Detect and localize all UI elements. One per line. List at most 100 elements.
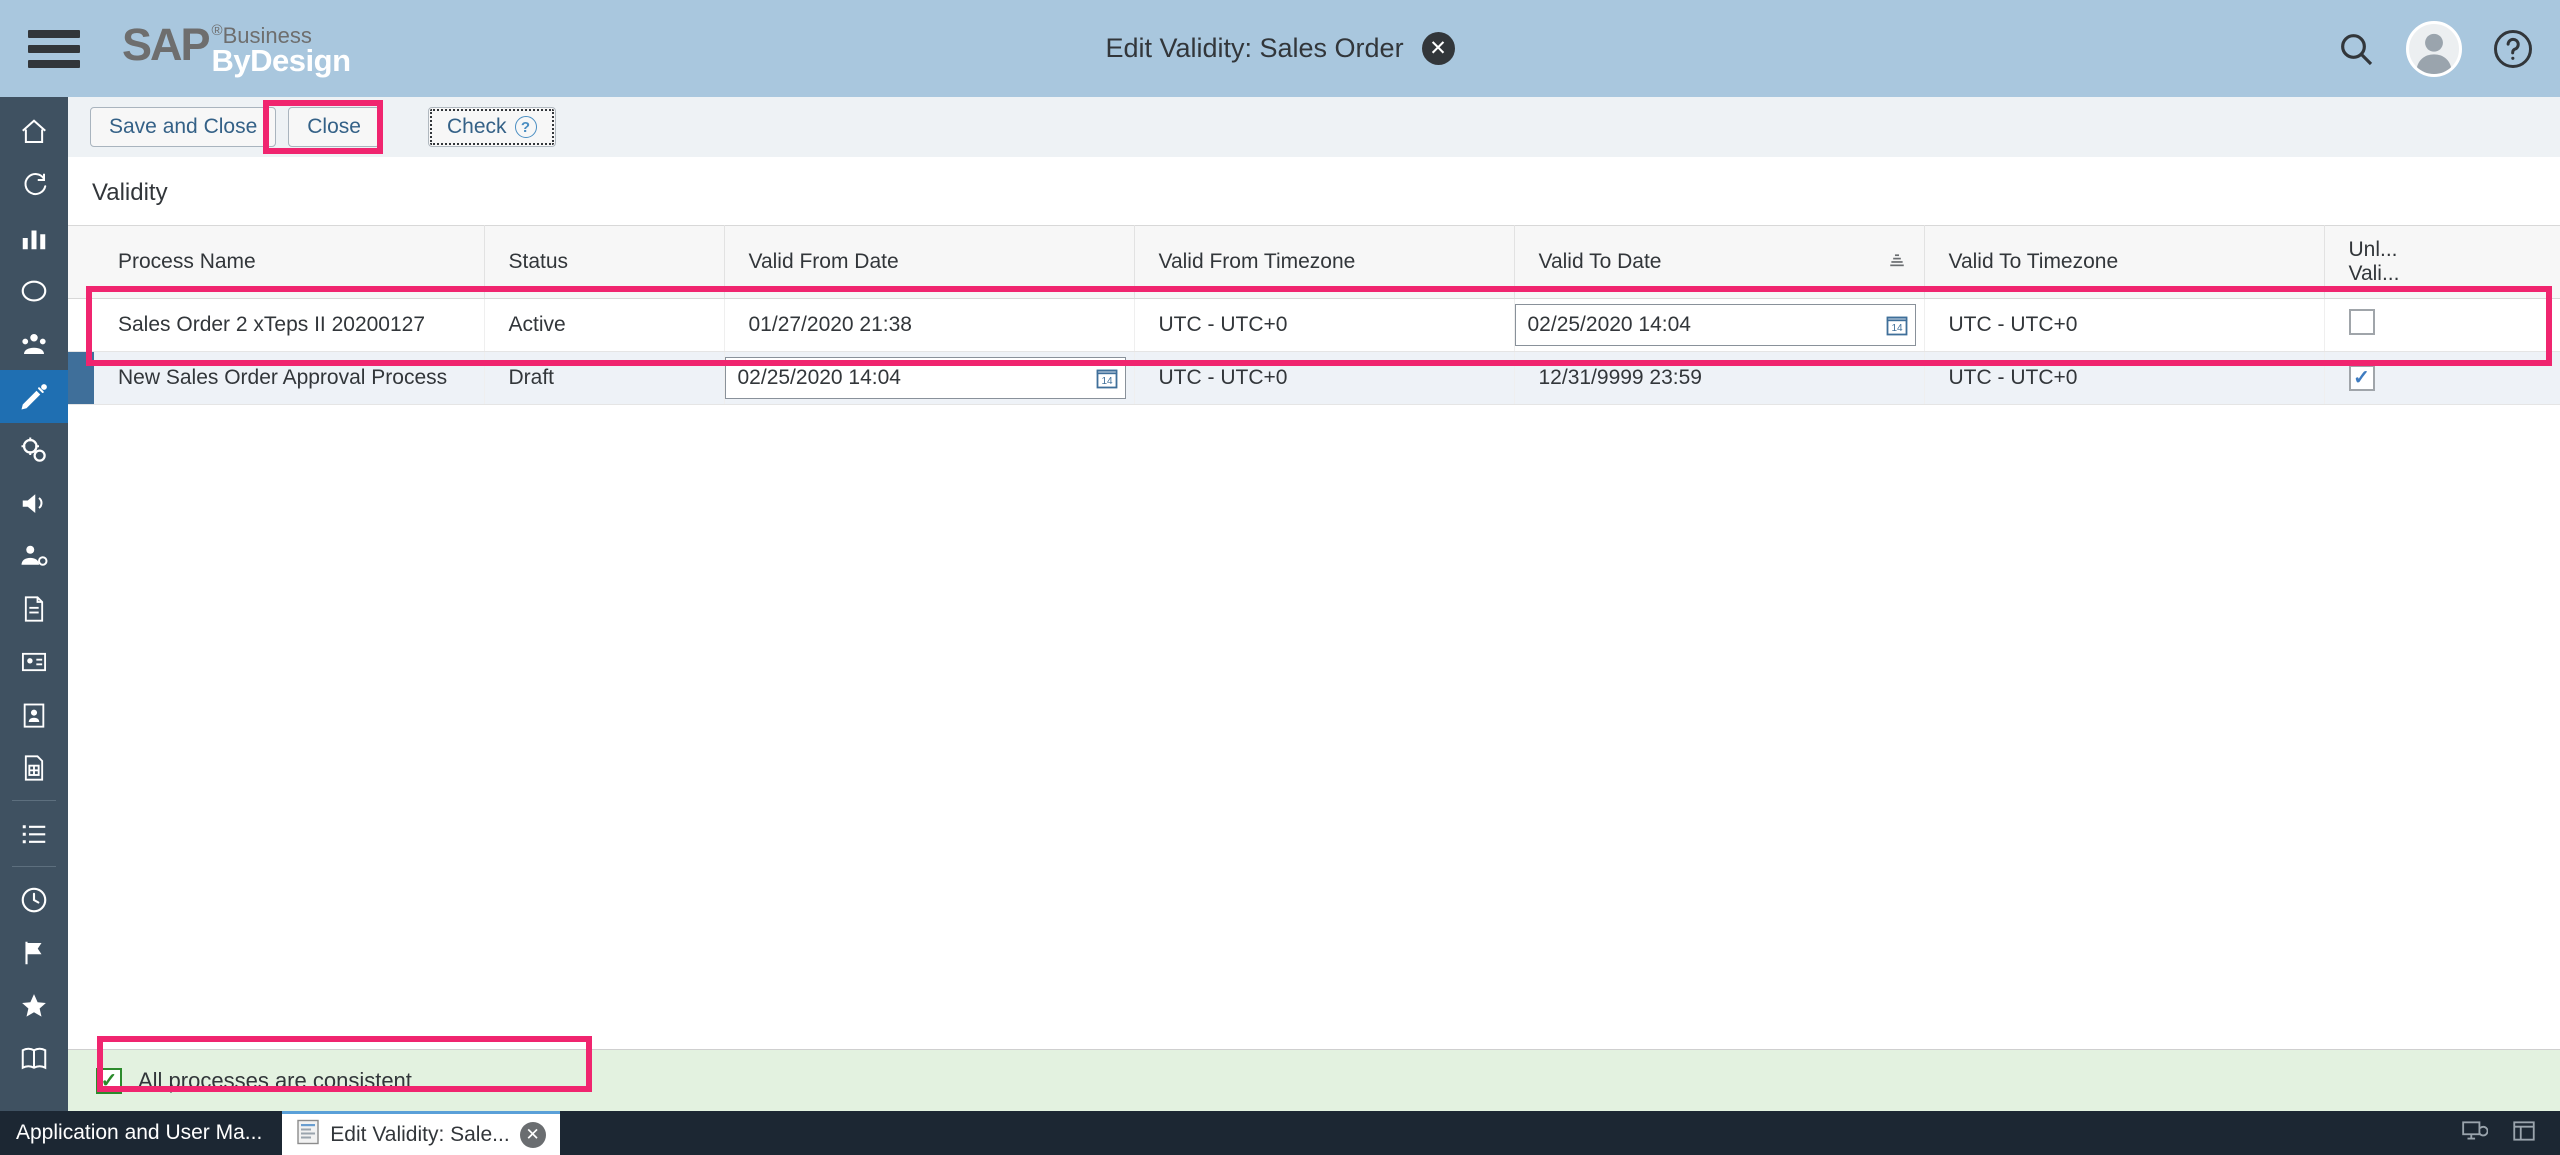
column-header-process-name[interactable]: Process Name xyxy=(94,224,485,300)
column-header-unlimited-validity[interactable]: Unl... Vali... xyxy=(2324,224,2560,300)
cell-valid-from-date: 01/27/2020 21:38 xyxy=(724,298,1135,353)
cell-valid-from-timezone: UTC - UTC+0 xyxy=(1134,298,1515,353)
column-label-line2: Vali... xyxy=(2348,262,2400,286)
calendar-icon[interactable]: 14 xyxy=(1095,366,1119,390)
sidebar-item-process-edit[interactable] xyxy=(0,370,68,423)
check-mark-icon: ✓ xyxy=(2353,367,2370,390)
left-sidebar xyxy=(0,97,68,1155)
close-button[interactable]: Close xyxy=(288,107,380,147)
taskbar-app-label[interactable]: Application and User Ma... xyxy=(0,1111,278,1155)
sidebar-item-clock[interactable] xyxy=(0,873,68,926)
column-label: Valid From Date xyxy=(748,250,899,274)
table-header: Process Name Status Valid From Date Vali… xyxy=(68,224,2560,300)
column-label: Valid From Timezone xyxy=(1158,250,1356,274)
calendar-icon[interactable]: 14 xyxy=(1885,313,1909,337)
close-icon[interactable]: ✕ xyxy=(519,1121,546,1148)
sap-bydesign-logo: SAP ® Business ByDesign xyxy=(122,18,351,78)
sort-ascending-icon xyxy=(1888,251,1906,274)
sidebar-item-favorites[interactable] xyxy=(0,979,68,1032)
cell-valid-from-timezone: UTC - UTC+0 xyxy=(1134,351,1515,406)
sidebar-divider xyxy=(12,800,56,801)
row-marker-cell xyxy=(68,298,94,353)
column-label: Valid To Date xyxy=(1538,250,1662,274)
cell-valid-to-date: 12/31/9999 23:59 xyxy=(1514,351,1925,406)
row-marker-cell xyxy=(68,351,94,406)
sidebar-item-book[interactable] xyxy=(0,1032,68,1085)
avatar[interactable] xyxy=(2406,20,2462,77)
page-title: Edit Validity: Sales Order xyxy=(1105,33,1404,63)
status-message-text: All processes are consistent xyxy=(138,1067,412,1093)
column-header-valid-to-timezone[interactable]: Valid To Timezone xyxy=(1924,224,2325,300)
section-title: Validity xyxy=(68,157,2560,225)
header-title-wrap: Edit Validity: Sales Order ✕ xyxy=(0,0,2560,97)
sidebar-item-list[interactable] xyxy=(0,807,68,860)
sidebar-item-document[interactable] xyxy=(0,582,68,635)
sidebar-item-announcements[interactable] xyxy=(0,476,68,529)
taskbar-tab-label: Edit Validity: Sale... xyxy=(330,1122,510,1146)
taskbar-right-icons xyxy=(2460,1118,2538,1149)
svg-text:14: 14 xyxy=(1101,376,1113,387)
help-icon[interactable] xyxy=(2492,28,2534,70)
valid-to-date-value: 02/25/2020 14:04 xyxy=(1527,313,1692,337)
table-body: Sales Order 2 xTeps II 20200127 Active 0… xyxy=(68,298,2560,406)
cell-process-name: Sales Order 2 xTeps II 20200127 xyxy=(94,298,485,353)
column-label: Status xyxy=(508,250,569,274)
sidebar-divider xyxy=(12,866,56,867)
save-and-close-button[interactable]: Save and Close xyxy=(90,107,277,147)
main-content: Save and Close Close Check ? Validity Pr… xyxy=(68,97,2560,1155)
sidebar-item-flag[interactable] xyxy=(0,926,68,979)
document-list-icon xyxy=(296,1119,320,1150)
unlimited-validity-checkbox[interactable]: ✓ xyxy=(2348,365,2375,392)
sidebar-item-calculator-document[interactable] xyxy=(0,741,68,794)
column-header-valid-to-date[interactable]: Valid To Date xyxy=(1514,224,1925,300)
cell-unlimited-validity[interactable]: ✓ xyxy=(2324,351,2560,406)
cell-valid-from-date[interactable]: 02/25/2020 14:04 14 xyxy=(724,351,1135,406)
check-button[interactable]: Check ? xyxy=(427,107,556,147)
header-actions xyxy=(2336,0,2534,97)
column-label: Process Name xyxy=(118,250,256,274)
table-row[interactable]: Sales Order 2 xTeps II 20200127 Active 0… xyxy=(68,298,2560,353)
sidebar-item-id-card[interactable] xyxy=(0,635,68,688)
table-row[interactable]: New Sales Order Approval Process Draft 0… xyxy=(68,351,2560,406)
close-icon[interactable]: ✕ xyxy=(1421,32,1455,65)
sidebar-item-activity[interactable] xyxy=(0,158,68,211)
unlimited-validity-checkbox[interactable] xyxy=(2348,309,2375,336)
cell-valid-to-timezone: UTC - UTC+0 xyxy=(1924,298,2325,353)
valid-from-date-input[interactable]: 02/25/2020 14:04 14 xyxy=(724,357,1126,400)
row-selection-marker[interactable] xyxy=(68,352,94,404)
window-restore-icon[interactable] xyxy=(2510,1118,2538,1149)
taskbar-active-tab[interactable]: Edit Validity: Sale... ✕ xyxy=(282,1111,560,1155)
sidebar-item-home[interactable] xyxy=(0,105,68,158)
taskbar: Application and User Ma... Edit Validity… xyxy=(0,1111,2560,1155)
search-icon[interactable] xyxy=(2336,29,2376,69)
hamburger-menu-icon[interactable] xyxy=(28,29,80,68)
svg-text:14: 14 xyxy=(1891,323,1903,334)
column-header-status[interactable]: Status xyxy=(484,224,725,300)
validity-table: Process Name Status Valid From Date Vali… xyxy=(68,224,2560,406)
valid-to-date-input[interactable]: 02/25/2020 14:04 14 xyxy=(1514,304,1916,347)
valid-from-date-value: 02/25/2020 14:04 xyxy=(737,366,902,390)
cell-unlimited-validity[interactable] xyxy=(2324,298,2560,353)
green-check-icon: ✓ xyxy=(96,1067,122,1094)
sidebar-item-contact-card[interactable] xyxy=(0,688,68,741)
status-message-bar: ✓ All processes are consistent xyxy=(68,1049,2560,1111)
row-selection-marker[interactable] xyxy=(68,299,94,351)
logo-registered-mark: ® xyxy=(211,21,223,39)
app-window: SAP ® Business ByDesign Edit Validity: S… xyxy=(0,0,2560,1155)
cell-valid-to-date[interactable]: 02/25/2020 14:04 14 xyxy=(1514,298,1925,353)
column-header-valid-from-date[interactable]: Valid From Date xyxy=(724,224,1135,300)
question-mark-icon: ? xyxy=(514,116,537,138)
sidebar-item-reports[interactable] xyxy=(0,211,68,264)
logo-bydesign-text: ByDesign xyxy=(211,42,351,78)
sidebar-item-circle[interactable] xyxy=(0,264,68,317)
sidebar-item-settings[interactable] xyxy=(0,423,68,476)
row-marker-header xyxy=(68,224,94,300)
monitor-sync-icon[interactable] xyxy=(2460,1118,2489,1149)
sidebar-item-user-settings[interactable] xyxy=(0,529,68,582)
cell-status: Active xyxy=(484,298,725,353)
column-label: Valid To Timezone xyxy=(1948,250,2119,274)
logo-sap-text: SAP xyxy=(122,18,211,70)
sidebar-item-people[interactable] xyxy=(0,317,68,370)
column-header-valid-from-timezone[interactable]: Valid From Timezone xyxy=(1134,224,1515,300)
cell-status: Draft xyxy=(484,351,725,406)
